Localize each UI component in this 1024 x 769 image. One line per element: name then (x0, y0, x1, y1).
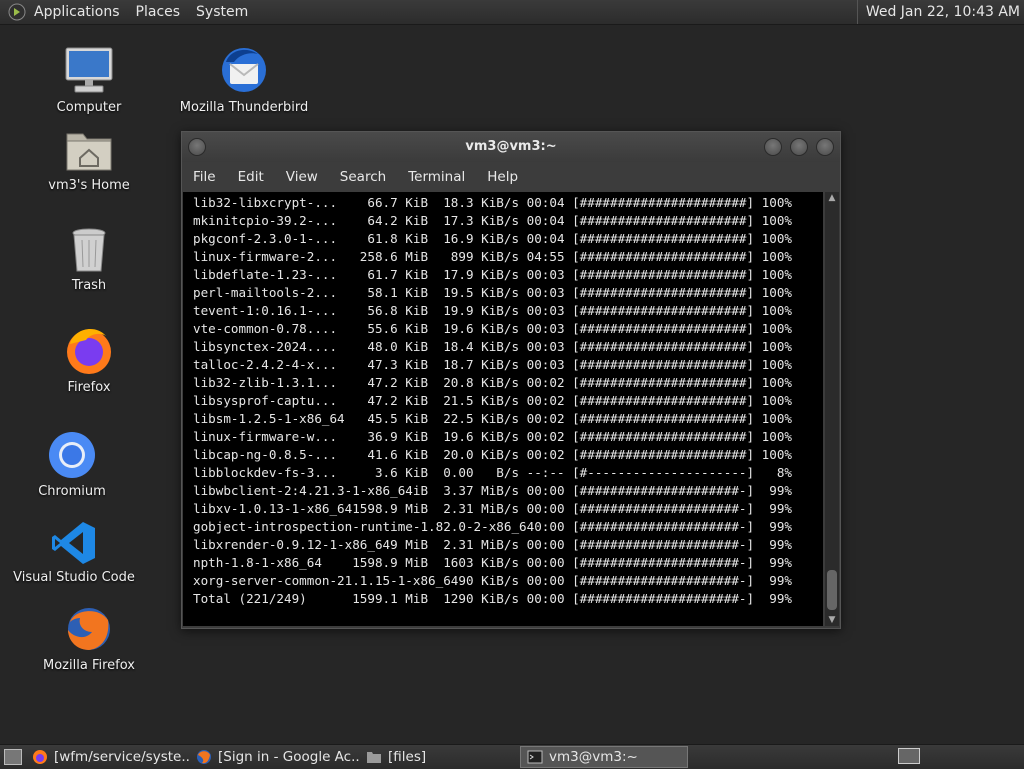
terminal-line: talloc-2.4.2-4-x... 47.3 KiB 18.7 KiB/s … (193, 357, 792, 372)
terminal-output[interactable]: lib32-libxcrypt-... 66.7 KiB 18.3 KiB/s … (183, 192, 823, 626)
thunderbird-icon (222, 48, 266, 92)
terminal-line: libsysprof-captu... 47.2 KiB 21.5 KiB/s … (193, 393, 792, 408)
system-menu[interactable]: System (188, 0, 256, 24)
terminal-scrollbar[interactable]: ▲ ▼ (825, 192, 839, 626)
desktop-icon-label: Mozilla Thunderbird (179, 100, 309, 115)
desktop-icon-thunderbird[interactable]: Mozilla Thunderbird (180, 44, 308, 115)
terminal-line: libsm-1.2.5-1-x86_64 45.5 KiB 22.5 KiB/s… (193, 411, 792, 426)
terminal-line: libcap-ng-0.8.5-... 41.6 KiB 20.0 KiB/s … (193, 447, 792, 462)
terminal-line: lib32-libxcrypt-... 66.7 KiB 18.3 KiB/s … (193, 195, 792, 210)
home-folder-icon (66, 133, 112, 171)
desktop-icon-firefox[interactable]: Firefox (52, 324, 126, 395)
terminal-line: libsynctex-2024.... 48.0 KiB 18.4 KiB/s … (193, 339, 792, 354)
desktop-icon-label: Mozilla Firefox (43, 658, 135, 673)
desktop-icon-label: Firefox (67, 380, 111, 395)
taskbar-task-files[interactable]: [files] (360, 746, 520, 768)
terminal-line: linux-firmware-w... 36.9 KiB 19.6 KiB/s … (193, 429, 792, 444)
mozilla-firefox-icon (197, 750, 211, 764)
desktop-icon-home[interactable]: vm3's Home (48, 126, 130, 193)
task-label: [files] (388, 749, 427, 765)
mozilla-firefox-icon (68, 608, 110, 650)
terminal-line: libdeflate-1.23-... 61.7 KiB 17.9 KiB/s … (193, 267, 792, 282)
terminal-line: gobject-introspection-runtime-1.82.0-2-x… (193, 519, 792, 534)
computer-icon (65, 47, 113, 93)
scroll-down-arrow-icon[interactable]: ▼ (825, 614, 839, 626)
terminal-icon (527, 750, 543, 764)
applications-menu[interactable]: Applications (26, 0, 128, 24)
terminal-line: libblockdev-fs-3... 3.6 KiB 0.00 B/s --:… (193, 465, 792, 480)
desktop-icon-label: Visual Studio Code (13, 570, 135, 585)
workspace-switcher[interactable] (898, 748, 920, 764)
folder-icon (367, 752, 381, 763)
terminal-line: libxrender-0.9.12-1-x86_649 MiB 2.31 MiB… (193, 537, 792, 552)
task-label: [wfm/service/syste... (54, 749, 190, 765)
window-title: vm3@vm3:~ (465, 139, 557, 154)
taskbar-task-firefox[interactable]: [wfm/service/syste... (26, 746, 190, 768)
firefox-icon (33, 750, 47, 764)
menu-terminal[interactable]: Terminal (397, 169, 476, 185)
desktop-icon-vscode[interactable]: Visual Studio Code (13, 520, 135, 585)
terminal-line: pkgconf-2.3.0-1-... 61.8 KiB 16.9 KiB/s … (193, 231, 792, 246)
menu-edit[interactable]: Edit (227, 169, 275, 185)
top-panel: Applications Places System Wed Jan 22, 1… (0, 0, 1024, 25)
terminal-menubar: File Edit View Search Terminal Help (182, 162, 840, 192)
bottom-taskbar: [wfm/service/syste... [Sign in - Google … (0, 744, 1024, 769)
window-menu-button[interactable] (188, 138, 206, 156)
trash-icon (72, 228, 106, 272)
show-desktop-button[interactable] (4, 749, 22, 765)
places-menu[interactable]: Places (128, 0, 189, 24)
window-titlebar[interactable]: vm3@vm3:~ (182, 132, 840, 162)
scroll-up-arrow-icon[interactable]: ▲ (825, 192, 839, 204)
clock[interactable]: Wed Jan 22, 10:43 AM (856, 0, 1020, 24)
terminal-line: lib32-zlib-1.3.1... 47.2 KiB 20.8 KiB/s … (193, 375, 792, 390)
scrollbar-thumb[interactable] (827, 570, 837, 610)
terminal-window[interactable]: vm3@vm3:~ File Edit View Search Terminal… (181, 131, 841, 629)
terminal-line: tevent-1:0.16.1-... 56.8 KiB 19.9 KiB/s … (193, 303, 792, 318)
desktop-icon-label: Chromium (38, 484, 106, 499)
chromium-icon (49, 432, 95, 478)
desktop-icon-label: Computer (56, 100, 122, 115)
menu-file[interactable]: File (182, 169, 227, 185)
desktop-icon-mozilla-firefox[interactable]: Mozilla Firefox (38, 604, 140, 673)
terminal-line: libwbclient-2:4.21.3-1-x86_64iB 3.37 MiB… (193, 483, 792, 498)
desktop-icon-label: vm3's Home (48, 178, 130, 193)
desktop-icon-trash[interactable]: Trash (52, 226, 126, 293)
terminal-line: linux-firmware-2... 258.6 MiB 899 KiB/s … (193, 249, 792, 264)
gnome-foot-icon[interactable] (8, 3, 26, 21)
menu-view[interactable]: View (275, 169, 329, 185)
maximize-button[interactable] (790, 138, 808, 156)
terminal-line: Total (221/249) 1599.1 MiB 1290 KiB/s 00… (193, 591, 792, 606)
desktop-icon-chromium[interactable]: Chromium (34, 430, 110, 499)
terminal-line: mkinitcpio-39.2-... 64.2 KiB 17.3 KiB/s … (193, 213, 792, 228)
taskbar-task-terminal[interactable]: vm3@vm3:~ (520, 746, 688, 768)
vscode-icon (52, 522, 95, 564)
terminal-line: perl-mailtools-2... 58.1 KiB 19.5 KiB/s … (193, 285, 792, 300)
minimize-button[interactable] (764, 138, 782, 156)
terminal-line: xorg-server-common-21.1.15-1-x86_6490 Ki… (193, 573, 792, 588)
task-label: [Sign in - Google Ac... (218, 749, 360, 765)
terminal-line: vte-common-0.78.... 55.6 KiB 19.6 KiB/s … (193, 321, 792, 336)
desktop-icon-computer[interactable]: Computer (52, 44, 126, 115)
terminal-line: npth-1.8-1-x86_64 1598.9 MiB 1603 KiB/s … (193, 555, 792, 570)
firefox-icon (67, 329, 111, 374)
close-button[interactable] (816, 138, 834, 156)
menu-search[interactable]: Search (329, 169, 397, 185)
desktop-icon-label: Trash (71, 278, 107, 293)
taskbar-task-google-signin[interactable]: [Sign in - Google Ac... (190, 746, 360, 768)
terminal-line: libxv-1.0.13-1-x86_641598.9 MiB 2.31 MiB… (193, 501, 792, 516)
task-label: vm3@vm3:~ (549, 749, 638, 765)
menu-help[interactable]: Help (476, 169, 529, 185)
